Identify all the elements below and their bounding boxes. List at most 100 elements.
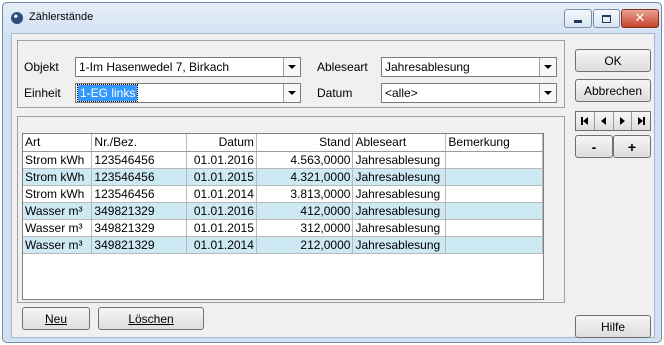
- cell-bemerkung: [445, 236, 543, 254]
- table-header-row: Art Nr./Bez. Datum Stand Ableseart Bemer…: [23, 134, 543, 152]
- previous-record-button[interactable]: [595, 112, 614, 130]
- cell-datum: 01.01.2014: [186, 185, 257, 203]
- cell-ableseart: Jahresablesung: [352, 168, 447, 186]
- readings-table-container[interactable]: Art Nr./Bez. Datum Stand Ableseart Bemer…: [22, 133, 544, 300]
- readings-table: Art Nr./Bez. Datum Stand Ableseart Bemer…: [23, 134, 543, 254]
- cell-datum: 01.01.2015: [186, 168, 257, 186]
- cell-art: Strom kWh: [23, 168, 93, 186]
- datum-select[interactable]: <alle>: [381, 83, 557, 103]
- chevron-down-icon: [544, 91, 552, 95]
- cell-nr-bez: 349821329: [91, 202, 187, 220]
- datum-label: Datum: [317, 86, 353, 100]
- minimize-button[interactable]: [564, 9, 592, 28]
- cell-bemerkung: [445, 151, 543, 169]
- title-bar[interactable]: Zählerstände ✕: [3, 3, 661, 33]
- objekt-label: Objekt: [24, 60, 59, 74]
- minus-button[interactable]: -: [575, 135, 613, 158]
- meter-app-icon: [11, 12, 23, 24]
- column-header-stand[interactable]: Stand: [256, 134, 354, 152]
- einheit-value: 1-EG links: [76, 84, 139, 102]
- close-icon: ✕: [634, 11, 646, 26]
- cell-stand: 212,0000: [256, 236, 354, 254]
- table-row[interactable]: Strom kWh 123546456 01.01.2015 4.321,000…: [23, 168, 543, 186]
- cell-bemerkung: [445, 185, 543, 203]
- table-row[interactable]: Strom kWh 123546456 01.01.2014 3.813,000…: [23, 185, 543, 203]
- neu-button[interactable]: Neu: [22, 307, 90, 330]
- cell-stand: 3.813,0000: [256, 185, 354, 203]
- first-record-icon: [581, 117, 589, 125]
- table-row[interactable]: Strom kWh 123546456 01.01.2016 4.563,000…: [23, 151, 543, 169]
- cell-art: Wasser m³: [23, 236, 93, 254]
- cell-stand: 312,0000: [256, 219, 354, 237]
- cell-nr-bez: 123546456: [91, 168, 187, 186]
- zaehlerstaende-window: Zählerstände ✕ Objekt 1-Im Hasenwedel 7,…: [2, 2, 662, 343]
- cell-datum: 01.01.2016: [186, 202, 257, 220]
- chevron-down-icon: [288, 91, 296, 95]
- table-row[interactable]: Wasser m³ 349821329 01.01.2014 212,0000 …: [23, 236, 543, 254]
- close-button[interactable]: ✕: [621, 9, 659, 28]
- last-record-button[interactable]: [632, 112, 650, 130]
- cell-ableseart: Jahresablesung: [352, 202, 447, 220]
- cell-ableseart: Jahresablesung: [352, 219, 447, 237]
- cell-ableseart: Jahresablesung: [352, 185, 447, 203]
- cell-nr-bez: 349821329: [91, 236, 187, 254]
- cell-art: Strom kWh: [23, 185, 93, 203]
- einheit-dropdown-button[interactable]: [283, 84, 300, 102]
- maximize-icon: [602, 14, 611, 23]
- column-header-nr-bez[interactable]: Nr./Bez.: [91, 134, 187, 152]
- objekt-select[interactable]: 1-Im Hasenwedel 7, Birkach: [75, 57, 301, 77]
- cell-datum: 01.01.2014: [186, 236, 257, 254]
- dialog-client-area: Objekt 1-Im Hasenwedel 7, Birkach Ablese…: [11, 33, 655, 338]
- table-row[interactable]: Wasser m³ 349821329 01.01.2016 412,0000 …: [23, 202, 543, 220]
- column-header-art[interactable]: Art: [23, 134, 93, 152]
- ableseart-select[interactable]: Jahresablesung: [381, 57, 557, 77]
- datum-dropdown-button[interactable]: [539, 84, 556, 102]
- ableseart-label: Ableseart: [317, 60, 368, 74]
- cell-bemerkung: [445, 219, 543, 237]
- cell-nr-bez: 123546456: [91, 151, 187, 169]
- objekt-value: 1-Im Hasenwedel 7, Birkach: [79, 60, 230, 74]
- ok-button[interactable]: OK: [575, 49, 651, 72]
- loeschen-button-label: Löschen: [128, 311, 174, 326]
- cell-datum: 01.01.2016: [186, 151, 257, 169]
- column-header-ableseart[interactable]: Ableseart: [352, 134, 447, 152]
- window-title: Zählerstände: [29, 11, 94, 23]
- previous-record-icon: [601, 117, 607, 125]
- cell-bemerkung: [445, 168, 543, 186]
- minimize-icon: [574, 20, 582, 23]
- cell-stand: 412,0000: [256, 202, 354, 220]
- loeschen-button[interactable]: Löschen: [98, 307, 204, 330]
- neu-button-label: Neu: [44, 311, 67, 326]
- chevron-down-icon: [288, 65, 296, 69]
- first-record-button[interactable]: [576, 112, 595, 130]
- einheit-label: Einheit: [24, 86, 61, 100]
- cell-nr-bez: 123546456: [91, 185, 187, 203]
- filter-panel: Objekt 1-Im Hasenwedel 7, Birkach Ablese…: [17, 40, 565, 108]
- table-row[interactable]: Wasser m³ 349821329 01.01.2015 312,0000 …: [23, 219, 543, 237]
- plus-button[interactable]: +: [613, 135, 651, 158]
- ableseart-dropdown-button[interactable]: [539, 58, 556, 76]
- hilfe-button[interactable]: Hilfe: [575, 315, 651, 338]
- next-record-icon: [619, 117, 625, 125]
- cell-ableseart: Jahresablesung: [352, 236, 447, 254]
- abbrechen-button[interactable]: Abbrechen: [575, 79, 651, 102]
- readings-panel: Art Nr./Bez. Datum Stand Ableseart Bemer…: [17, 116, 565, 303]
- next-record-button[interactable]: [614, 112, 633, 130]
- cell-art: Wasser m³: [23, 219, 93, 237]
- cell-bemerkung: [445, 202, 543, 220]
- maximize-button[interactable]: [593, 9, 620, 28]
- cell-art: Wasser m³: [23, 202, 93, 220]
- datum-value: <alle>: [385, 86, 418, 100]
- column-header-bemerkung[interactable]: Bemerkung: [445, 134, 543, 152]
- ableseart-value: Jahresablesung: [385, 60, 470, 74]
- chevron-down-icon: [544, 65, 552, 69]
- objekt-dropdown-button[interactable]: [283, 58, 300, 76]
- cell-stand: 4.321,0000: [256, 168, 354, 186]
- cell-datum: 01.01.2015: [186, 219, 257, 237]
- record-navigator: [575, 111, 651, 131]
- einheit-select[interactable]: 1-EG links: [75, 83, 301, 103]
- cell-art: Strom kWh: [23, 151, 93, 169]
- cell-stand: 4.563,0000: [256, 151, 354, 169]
- cell-nr-bez: 349821329: [91, 219, 187, 237]
- column-header-datum[interactable]: Datum: [186, 134, 257, 152]
